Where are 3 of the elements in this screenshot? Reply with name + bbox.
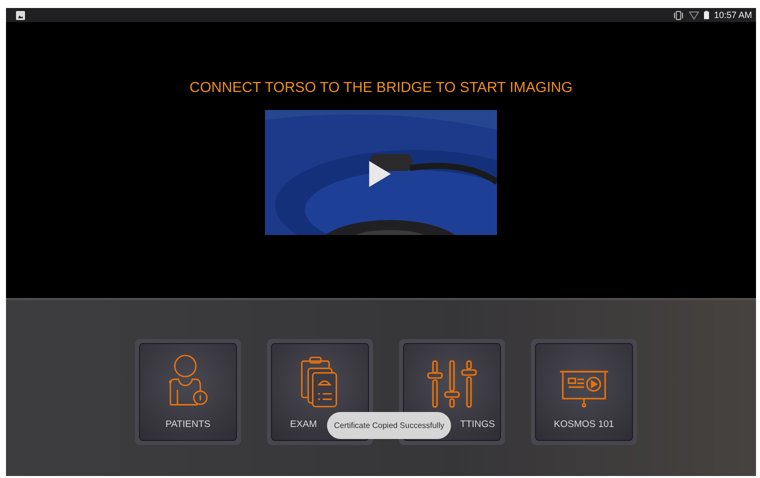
- copied-toast: Certificate Copied Successfully: [327, 412, 452, 439]
- clock-time: 10:57 AM: [714, 10, 752, 20]
- instruction-heading: CONNECT TORSO TO THE BRIDGE TO START IMAGING: [190, 80, 572, 96]
